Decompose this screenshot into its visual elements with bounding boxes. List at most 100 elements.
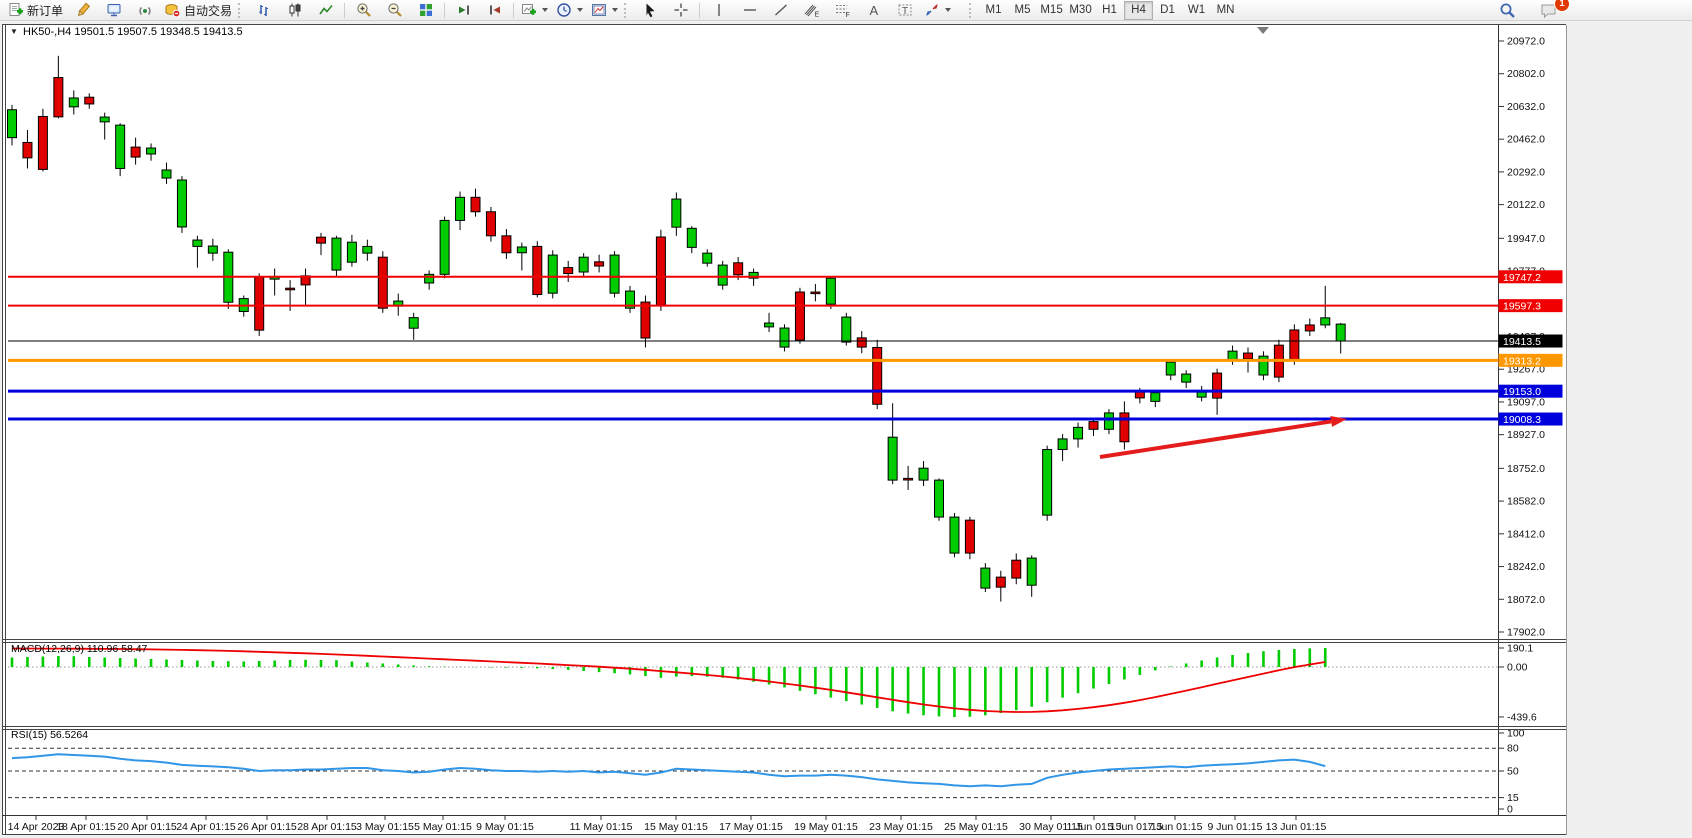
tile-windows-icon (418, 2, 434, 18)
price-line-badge: 19008.3 (1499, 413, 1563, 427)
svg-text:F: F (846, 12, 850, 18)
svg-text:19597.3: 19597.3 (1503, 301, 1541, 313)
price-line-badge: 19747.2 (1499, 270, 1563, 284)
timeframe-button-H4[interactable]: H4 (1124, 1, 1153, 20)
candlestick (965, 517, 974, 559)
cursor-button[interactable] (634, 0, 665, 21)
date-label: 18 Apr 01:15 (56, 821, 116, 833)
auto-scroll-button[interactable] (448, 0, 479, 21)
timeframe-button-M15[interactable]: M15 (1037, 1, 1066, 20)
candlestick-chart-button[interactable] (279, 0, 310, 21)
candlestick (533, 241, 542, 297)
price-line-badge: 19313.2 (1499, 354, 1563, 368)
autotrading-label: 自动交易 (184, 2, 232, 19)
bar-chart-icon (256, 2, 272, 18)
chart-canvas[interactable]: 20972.020802.020632.020462.020292.020122… (0, 0, 1692, 838)
crosshair-button[interactable] (665, 0, 696, 21)
macd-tick-label: -439.6 (1507, 711, 1537, 723)
toolbar-drag-handle[interactable] (969, 3, 975, 18)
svg-text:19747.2: 19747.2 (1503, 272, 1541, 284)
date-label: 11 May 01:15 (570, 821, 633, 833)
rsi-tick-label: 0 (1507, 804, 1513, 816)
template-icon (591, 2, 607, 18)
price-tick-label: 18072.0 (1507, 594, 1545, 606)
price-tick-label: 18582.0 (1507, 496, 1545, 508)
date-label: 13 Jun 01:15 (1266, 821, 1327, 833)
candlestick (1043, 446, 1052, 521)
candlestick (935, 478, 944, 520)
notifications-button[interactable]: 1 (1533, 0, 1564, 21)
price-tick-label: 18242.0 (1507, 561, 1545, 573)
timeframe-button-M1[interactable]: M1 (979, 1, 1008, 20)
zoom-in-button[interactable] (348, 0, 379, 21)
zoom-in-icon (356, 2, 372, 18)
chart-shift-button[interactable] (479, 0, 510, 21)
chart-shift-icon (487, 2, 503, 18)
candlestick (224, 249, 233, 309)
vertical-line-icon (711, 2, 727, 18)
toolbar-drag-handle[interactable] (238, 3, 244, 18)
equidistant-channel-tool[interactable]: E (796, 0, 827, 21)
text-label-tool[interactable]: T (889, 0, 920, 21)
signals-button[interactable] (129, 0, 160, 21)
timeframe-button-W1[interactable]: W1 (1182, 1, 1211, 20)
price-tick-label: 20632.0 (1507, 101, 1545, 113)
tile-windows-button[interactable] (410, 0, 441, 21)
svg-text:A: A (869, 3, 878, 18)
terminal-button[interactable] (98, 0, 129, 21)
candlestick (826, 276, 835, 309)
chevron-down-icon (612, 8, 618, 12)
text-tool[interactable]: A (858, 0, 889, 21)
rsi-tick-label: 80 (1507, 743, 1519, 755)
macd-tick-label: 0.00 (1507, 662, 1528, 674)
zoom-out-button[interactable] (379, 0, 410, 21)
cursor-icon (642, 2, 658, 18)
toolbar-separator (699, 3, 700, 18)
signal-icon (137, 2, 153, 18)
periods-button[interactable] (552, 0, 587, 21)
date-label: 25 May 01:15 (944, 821, 1008, 833)
timeframe-button-D1[interactable]: D1 (1153, 1, 1182, 20)
chart-title: HK50-,H4 19501.5 19507.5 19348.5 19413.5 (23, 26, 243, 38)
bar-chart-button[interactable] (248, 0, 279, 21)
clock-icon (556, 2, 572, 18)
date-label: 9 Jun 01:15 (1208, 821, 1263, 833)
line-chart-button[interactable] (310, 0, 341, 21)
timeframe-button-H1[interactable]: H1 (1095, 1, 1124, 20)
arrows-icon (924, 2, 940, 18)
toolbar-drag-handle[interactable] (624, 3, 630, 18)
indicators-button[interactable] (517, 0, 552, 21)
svg-text:19313.2: 19313.2 (1503, 355, 1541, 367)
templates-button[interactable] (587, 0, 622, 21)
styles-button[interactable] (67, 0, 98, 21)
svg-text:19413.5: 19413.5 (1503, 336, 1541, 348)
trendline-tool[interactable] (765, 0, 796, 21)
symbol-dropdown-icon[interactable]: ▼ (10, 27, 18, 36)
arrows-tool[interactable] (920, 0, 955, 21)
candlestick (950, 513, 959, 557)
horizontal-line-tool[interactable] (734, 0, 765, 21)
date-label: 15 May 01:15 (644, 821, 708, 833)
horizontal-line-icon (742, 2, 758, 18)
new-order-button[interactable]: 新订单 (4, 0, 67, 21)
toolbar-separator (444, 3, 445, 18)
timeframe-button-MN[interactable]: MN (1211, 1, 1240, 20)
candlestick (873, 340, 882, 409)
vertical-line-tool[interactable] (703, 0, 734, 21)
svg-text:19008.3: 19008.3 (1503, 414, 1541, 426)
macd-label: MACD(12,26,9) 110.96 58.47 (11, 643, 148, 655)
candlestick (177, 176, 186, 233)
timeframe-button-M5[interactable]: M5 (1008, 1, 1037, 20)
price-tick-label: 17902.0 (1507, 627, 1545, 639)
fibonacci-icon: F (834, 2, 851, 18)
search-button[interactable] (1492, 0, 1523, 21)
text-label-icon: T (897, 2, 913, 18)
autotrading-button[interactable]: 自动交易 (160, 0, 236, 21)
date-label: 7 Jun 01:15 (1148, 821, 1203, 833)
timeframe-button-M30[interactable]: M30 (1066, 1, 1095, 20)
monitor-icon (106, 2, 122, 18)
fibonacci-tool[interactable]: F (827, 0, 858, 21)
rsi-label: RSI(15) 56.5264 (11, 729, 88, 741)
crayon-icon (75, 2, 91, 18)
chart-window-background (2, 25, 1566, 835)
